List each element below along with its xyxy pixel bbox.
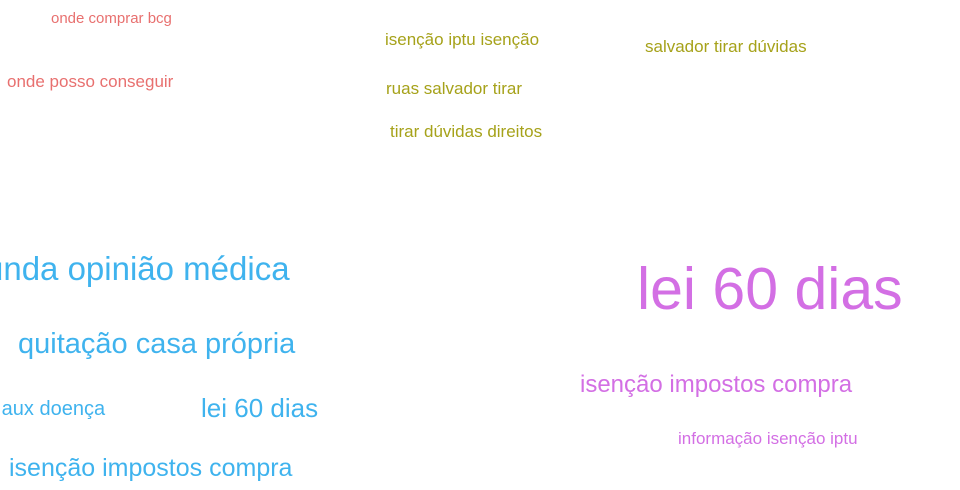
term-isencao-impostos-compra-magenta: isenção impostos compra [580, 371, 853, 398]
term-salvador-tirar-duvidas: salvador tirar dúvidas [645, 37, 807, 56]
word-cloud: onde comprar bcg onde posso conseguir is… [0, 0, 960, 490]
term-quitacao-casa-propria: quitação casa própria [18, 328, 296, 360]
term-isencao-impostos-compra-blue: isenção impostos compra [9, 454, 293, 482]
term-lei-60-dias-magenta: lei 60 dias [637, 256, 903, 322]
term-lei-60-dias-blue: lei 60 dias [201, 393, 319, 423]
term-tirar-duvidas-direitos: tirar dúvidas direitos [390, 122, 543, 141]
term-isencao-iptu-isencao: isenção iptu isenção [385, 30, 540, 49]
term-informacao-isencao-iptu: informação isenção iptu [678, 429, 858, 448]
term-ruas-salvador-tirar: ruas salvador tirar [386, 79, 523, 98]
term-onde-comprar-bcg: onde comprar bcg [51, 10, 172, 27]
term-segunda-opiniao-medica: unda opinião médica [0, 250, 290, 287]
term-onde-posso-conseguir: onde posso conseguir [7, 72, 174, 91]
term-aux-doenca: o aux doença [0, 398, 106, 420]
